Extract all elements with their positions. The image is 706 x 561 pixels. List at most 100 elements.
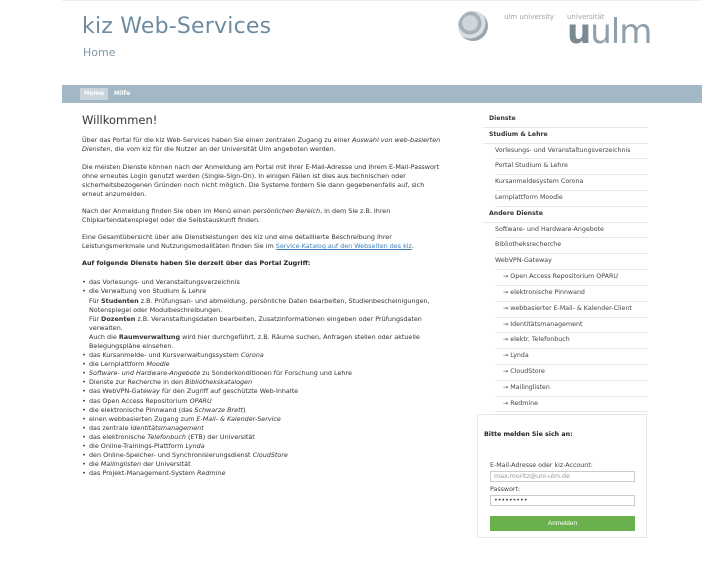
login-title: Bitte melden Sie sich an: xyxy=(484,431,573,438)
sidebar-item-identitaet[interactable]: → Identitätsmanagement xyxy=(495,318,648,334)
password-field[interactable] xyxy=(490,495,635,506)
list-item-text: zu Sonderkonditionen für Forschung und L… xyxy=(200,369,352,378)
list-item: einen webbasierten Zugang zum E-Mail- & … xyxy=(82,415,442,424)
sidebar-item-cloudstore[interactable]: → CloudStore xyxy=(495,365,648,381)
login-box: Bitte melden Sie sich an: E-Mail-Adresse… xyxy=(477,414,647,538)
sidebar-heading: Dienste xyxy=(483,112,648,128)
sidebar-item-mail-client[interactable]: → webbasierter E-Mail- & Kalender-Client xyxy=(495,302,648,318)
list-item-emphasis: E-Mail- & Kalender-Service xyxy=(196,414,281,423)
personal-area-paragraph: Nach der Anmeldung finden Sie oben im Me… xyxy=(82,207,442,225)
detail-text: Auch die xyxy=(89,332,119,341)
list-item-text: (ETB) der Universität xyxy=(185,432,255,441)
sidebar-group-andere: Andere Dienste xyxy=(483,207,648,223)
list-item-emphasis: Corona xyxy=(240,351,264,360)
sidebar-item-lynda[interactable]: → Lynda xyxy=(495,349,648,365)
list-item: Dienste zur Recherche in den Bibliotheks… xyxy=(82,378,442,387)
list-item-text: das Vorlesungs- und Veranstaltungsverzei… xyxy=(89,278,240,287)
page: kiz Web-Services Home ulm university uni… xyxy=(0,0,706,561)
list-item-text: das zentrale xyxy=(89,423,131,432)
list-item-emphasis: OPARU xyxy=(189,396,212,405)
detail-text: Für xyxy=(89,314,102,323)
list-item-text: das Kursanmelde- und Kursverwaltungssyst… xyxy=(89,351,241,360)
services-list: das Vorlesungs- und Veranstaltungsverzei… xyxy=(82,278,442,478)
list-item-emphasis: Software- und Hardware-Angebote xyxy=(89,369,201,378)
list-item-emphasis: Identitätsmanagement xyxy=(130,423,204,432)
sidebar-item-bibliothek[interactable]: Bibliotheksrecherche xyxy=(495,238,648,255)
list-item-emphasis: Lynda xyxy=(185,442,205,451)
logo-text-english: ulm university xyxy=(504,13,555,21)
detail-text: Für xyxy=(89,296,102,305)
main-navigation: Home Hilfe xyxy=(62,85,702,103)
list-item-emphasis: Bibliothekskatalogen xyxy=(185,378,253,387)
list-item-text: die Lernplattform xyxy=(89,360,147,369)
logo-ulm: ulm xyxy=(590,12,652,52)
sidebar-group-studium: Studium & Lehre xyxy=(483,128,648,144)
page-subtitle: Home xyxy=(83,46,116,59)
list-item: den Online-Speicher- und Synchronisierun… xyxy=(82,451,442,460)
list-item-text: die Verwaltung von Studium & Lehre xyxy=(89,287,207,296)
detail-bold: Raumverwaltung xyxy=(118,332,181,341)
service-catalog-link[interactable]: Service-Katalog auf den Webseiten des ki… xyxy=(276,242,412,250)
sidebar-item-portal-studium[interactable]: Portal Studium & Lehre xyxy=(495,159,648,176)
list-item-emphasis: Gateway xyxy=(131,387,160,396)
list-item-text: das elektronische xyxy=(89,432,148,441)
sidebar-item-moodle[interactable]: Lernplattform Moodle xyxy=(495,191,648,207)
list-item: die Lernplattform Moodle xyxy=(82,360,442,369)
list-item-emphasis: Mailinglisten xyxy=(100,460,142,469)
list-item-text: die elektronische Pinnwand (das xyxy=(89,405,195,414)
detail-text: z.B. Prüfungsan- und abmeldung, persönli… xyxy=(89,296,430,314)
list-item-detail: Für Studenten z.B. Prüfungsan- und abmel… xyxy=(89,297,442,315)
list-item-detail: Auch die Raumverwaltung wird hier durchg… xyxy=(89,333,442,351)
list-item: das zentrale Identitätsmanagement xyxy=(82,424,442,433)
list-item: die elektronische Pinnwand (das Schwarze… xyxy=(82,406,442,415)
intro-text: Über das Portal für die kiz Web-Services… xyxy=(82,136,352,145)
sidebar-item-corona[interactable]: Kursanmeldesystem Corona xyxy=(495,175,648,192)
site-title[interactable]: kiz Web-Services xyxy=(82,11,271,42)
catalog-text-end: . xyxy=(411,242,414,251)
uulm-logo[interactable]: uulm xyxy=(567,12,652,52)
list-item-text: Dienste zur Recherche in den xyxy=(89,378,186,387)
personal-area-emphasis: persönlichen Bereich xyxy=(252,206,321,215)
list-item-text: ) xyxy=(243,405,246,414)
nav-home[interactable]: Home xyxy=(80,88,109,100)
list-item-detail: Für Dozenten z.B. Veranstaltungsdaten be… xyxy=(89,315,442,333)
header: kiz Web-Services Home ulm university uni… xyxy=(62,0,702,85)
email-label: E-Mail-Adresse oder kiz-Account: xyxy=(490,462,593,469)
sidebar-item-webvpn[interactable]: WebVPN-Gateway xyxy=(495,254,648,271)
sidebar-item-software[interactable]: Software- und Hardware-Angebote xyxy=(495,223,648,239)
sidebar-item-oparu[interactable]: → Open Access Repositorium OPARU xyxy=(495,270,648,286)
list-item: das elektronische Telefonbuch (ETB) der … xyxy=(82,433,442,442)
email-field[interactable] xyxy=(490,471,635,482)
list-item-text: der Universität xyxy=(141,460,191,469)
list-item: die Mailinglisten der Universität xyxy=(82,460,442,469)
login-button[interactable]: Anmelden xyxy=(490,516,635,531)
sidebar-item-telefonbuch[interactable]: → elektr. Telefonbuch xyxy=(495,333,648,350)
list-item-text: das Projekt-Management-System xyxy=(89,469,197,478)
list-item-text: das Open Access Repositorium xyxy=(89,396,190,405)
list-item-text: für den Zugriff auf geschützte Web-Inhal… xyxy=(159,387,299,396)
nav-hilfe[interactable]: Hilfe xyxy=(110,88,134,100)
sidebar-item-pinnwand[interactable]: → elektronische Pinnwand xyxy=(495,286,648,302)
list-item: das WebVPN-Gateway für den Zugriff auf g… xyxy=(82,387,442,396)
list-item: die Online-Trainings-Plattform Lynda xyxy=(82,442,442,451)
list-item-emphasis: Telefonbuch xyxy=(147,432,186,441)
page-heading: Willkommen! xyxy=(82,113,158,127)
list-item-emphasis: Moodle xyxy=(146,360,170,369)
sidebar-item-redmine[interactable]: → Redmine xyxy=(495,397,648,413)
university-seal-icon[interactable] xyxy=(458,11,488,41)
sso-paragraph: Die meisten Dienste können nach der Anme… xyxy=(82,162,440,198)
list-item-text: einen webbasierten Zugang zum xyxy=(89,414,197,423)
list-item-text: die Online-Trainings-Plattform xyxy=(89,442,186,451)
list-item-text: den Online-Speicher- und Synchronisierun… xyxy=(89,451,253,460)
detail-bold: Dozenten xyxy=(101,314,136,323)
list-item: die Verwaltung von Studium & Lehre Für S… xyxy=(82,287,442,351)
list-item: das Vorlesungs- und Veranstaltungsverzei… xyxy=(82,278,442,287)
list-item-emphasis: CloudStore xyxy=(252,451,288,460)
detail-text: z.B. Veranstaltungsdaten bearbeiten, Zus… xyxy=(89,314,422,332)
sidebar-item-mailinglisten[interactable]: → Mailinglisten xyxy=(495,381,648,397)
sidebar-item-vorlesungsverzeichnis[interactable]: Vorlesungs- und Veranstaltungsverzeichni… xyxy=(495,144,648,160)
list-item: Software- und Hardware-Angebote zu Sonde… xyxy=(82,369,442,378)
intro-paragraph: Über das Portal für die kiz Web-Services… xyxy=(82,136,442,154)
list-item-emphasis: Redmine xyxy=(196,469,226,478)
list-item-emphasis: Schwarze Brett xyxy=(194,405,244,414)
